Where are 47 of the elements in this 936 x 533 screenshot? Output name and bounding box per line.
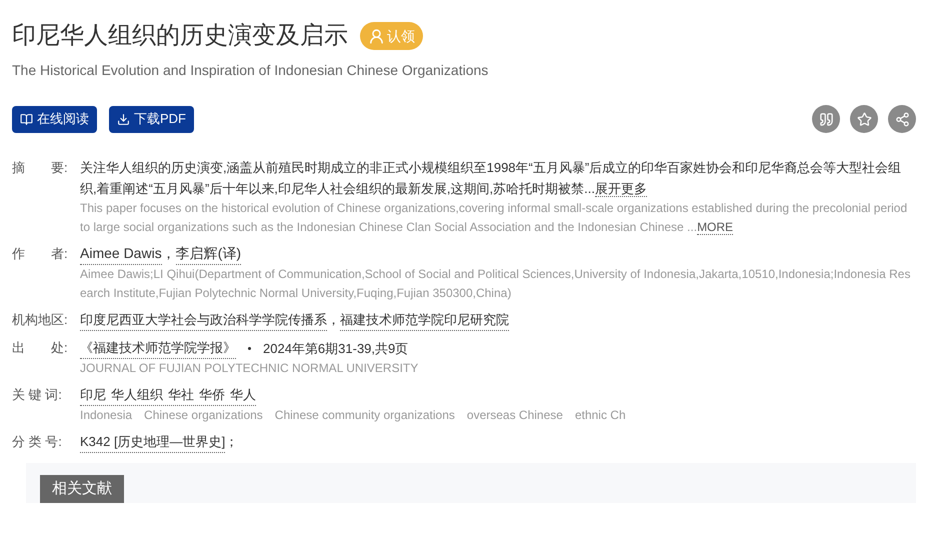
journal-english: JOURNAL OF FUJIAN POLYTECHNIC NORMAL UNIVERSITY	[80, 360, 420, 377]
field-label: 分 类 号:	[12, 433, 63, 451]
cite-button[interactable]	[812, 105, 840, 133]
author-link[interactable]: 李启辉(译)	[176, 243, 242, 265]
user-icon	[368, 28, 385, 44]
related-tab[interactable]: 相关文献	[40, 475, 124, 503]
author-link[interactable]: Aimee Dawis	[80, 243, 162, 265]
keyword-link[interactable]: 华人	[230, 384, 256, 405]
keyword-english: Chinese community organizations	[274, 407, 455, 424]
journal-link[interactable]: 《福建技术师范学院学报》	[80, 337, 236, 359]
keyword-english: ethnic Ch	[574, 407, 626, 424]
keyword-link[interactable]: 华侨	[199, 384, 225, 405]
keyword-english: overseas Chinese	[466, 407, 563, 424]
issue-info: 2024年第6期31-39,共9页	[263, 340, 408, 358]
field-label: 作 者:	[12, 245, 69, 263]
abstract-text: 关注华人组织的历史演变,涵盖从前殖民时期成立的非正式小规模组织至1998年“五月风暴”后成立的印华百家姓协会和印尼华裔总会等大型社会组织,着重阐述“五月风暴”后十年以来,印尼华人社会组织的最新发展,这期间,苏哈托时期被禁...展开更多	[80, 159, 902, 199]
more-link[interactable]: MORE	[697, 220, 734, 235]
download-button[interactable]: 下载PDF	[109, 106, 194, 132]
article-subtitle: The Historical Evolution and Inspiration of Indonesian Chinese Organizations	[12, 61, 490, 80]
field-label: 机构地区:	[12, 311, 69, 329]
download-icon	[117, 112, 130, 126]
keyword-link[interactable]: 华人组织	[111, 384, 163, 405]
keyword-link[interactable]: 印尼	[80, 384, 106, 405]
field-label: 关 键 词:	[12, 386, 63, 404]
quote-icon	[818, 112, 834, 126]
separator: ；	[225, 433, 238, 451]
keyword-link[interactable]: 华社	[168, 384, 194, 405]
share-icon	[894, 112, 910, 126]
institution-link[interactable]: 福建技术师范学院印尼研究院	[340, 309, 509, 331]
abstract-english: This paper focuses on the historical evolution of Chinese organizations,covering informal small-scale organizations established during the precolonial period to large social organizations such as the Indonesian Chinese Clan Social Association and the Indonesian Chinese ...MORE	[80, 200, 908, 237]
read-online-button[interactable]: 在线阅读	[12, 106, 97, 132]
favorite-button[interactable]	[850, 105, 878, 133]
separator: ，	[327, 311, 340, 329]
star-icon	[856, 112, 872, 126]
article-title: 印尼华人组织的历史演变及启示	[12, 21, 348, 51]
share-button[interactable]	[888, 105, 916, 133]
field-label: 出 处:	[12, 339, 69, 357]
keyword-english: Chinese organizations	[144, 407, 263, 424]
institution-link[interactable]: 印度尼西亚大学社会与政治科学学院传播系	[80, 309, 327, 331]
bullet-icon	[248, 346, 251, 350]
book-icon	[20, 112, 33, 126]
classification-link[interactable]: K342 [历史地理—世界史]	[80, 431, 226, 453]
author-affiliation: Aimee Dawis;LI Qihui(Department of Communication,School of Social and Political Sciences,University of Indonesia,Jakarta,10510,Indonesia;Indonesia Research Institute,Fujian Polytechnic Normal University,Fuqing,Fujian 350300,China)	[80, 266, 912, 302]
field-label: 摘 要:	[12, 159, 69, 177]
separator: ，	[162, 244, 176, 263]
keyword-english: Indonesia	[80, 407, 132, 424]
expand-link[interactable]: 展开更多	[594, 181, 647, 197]
